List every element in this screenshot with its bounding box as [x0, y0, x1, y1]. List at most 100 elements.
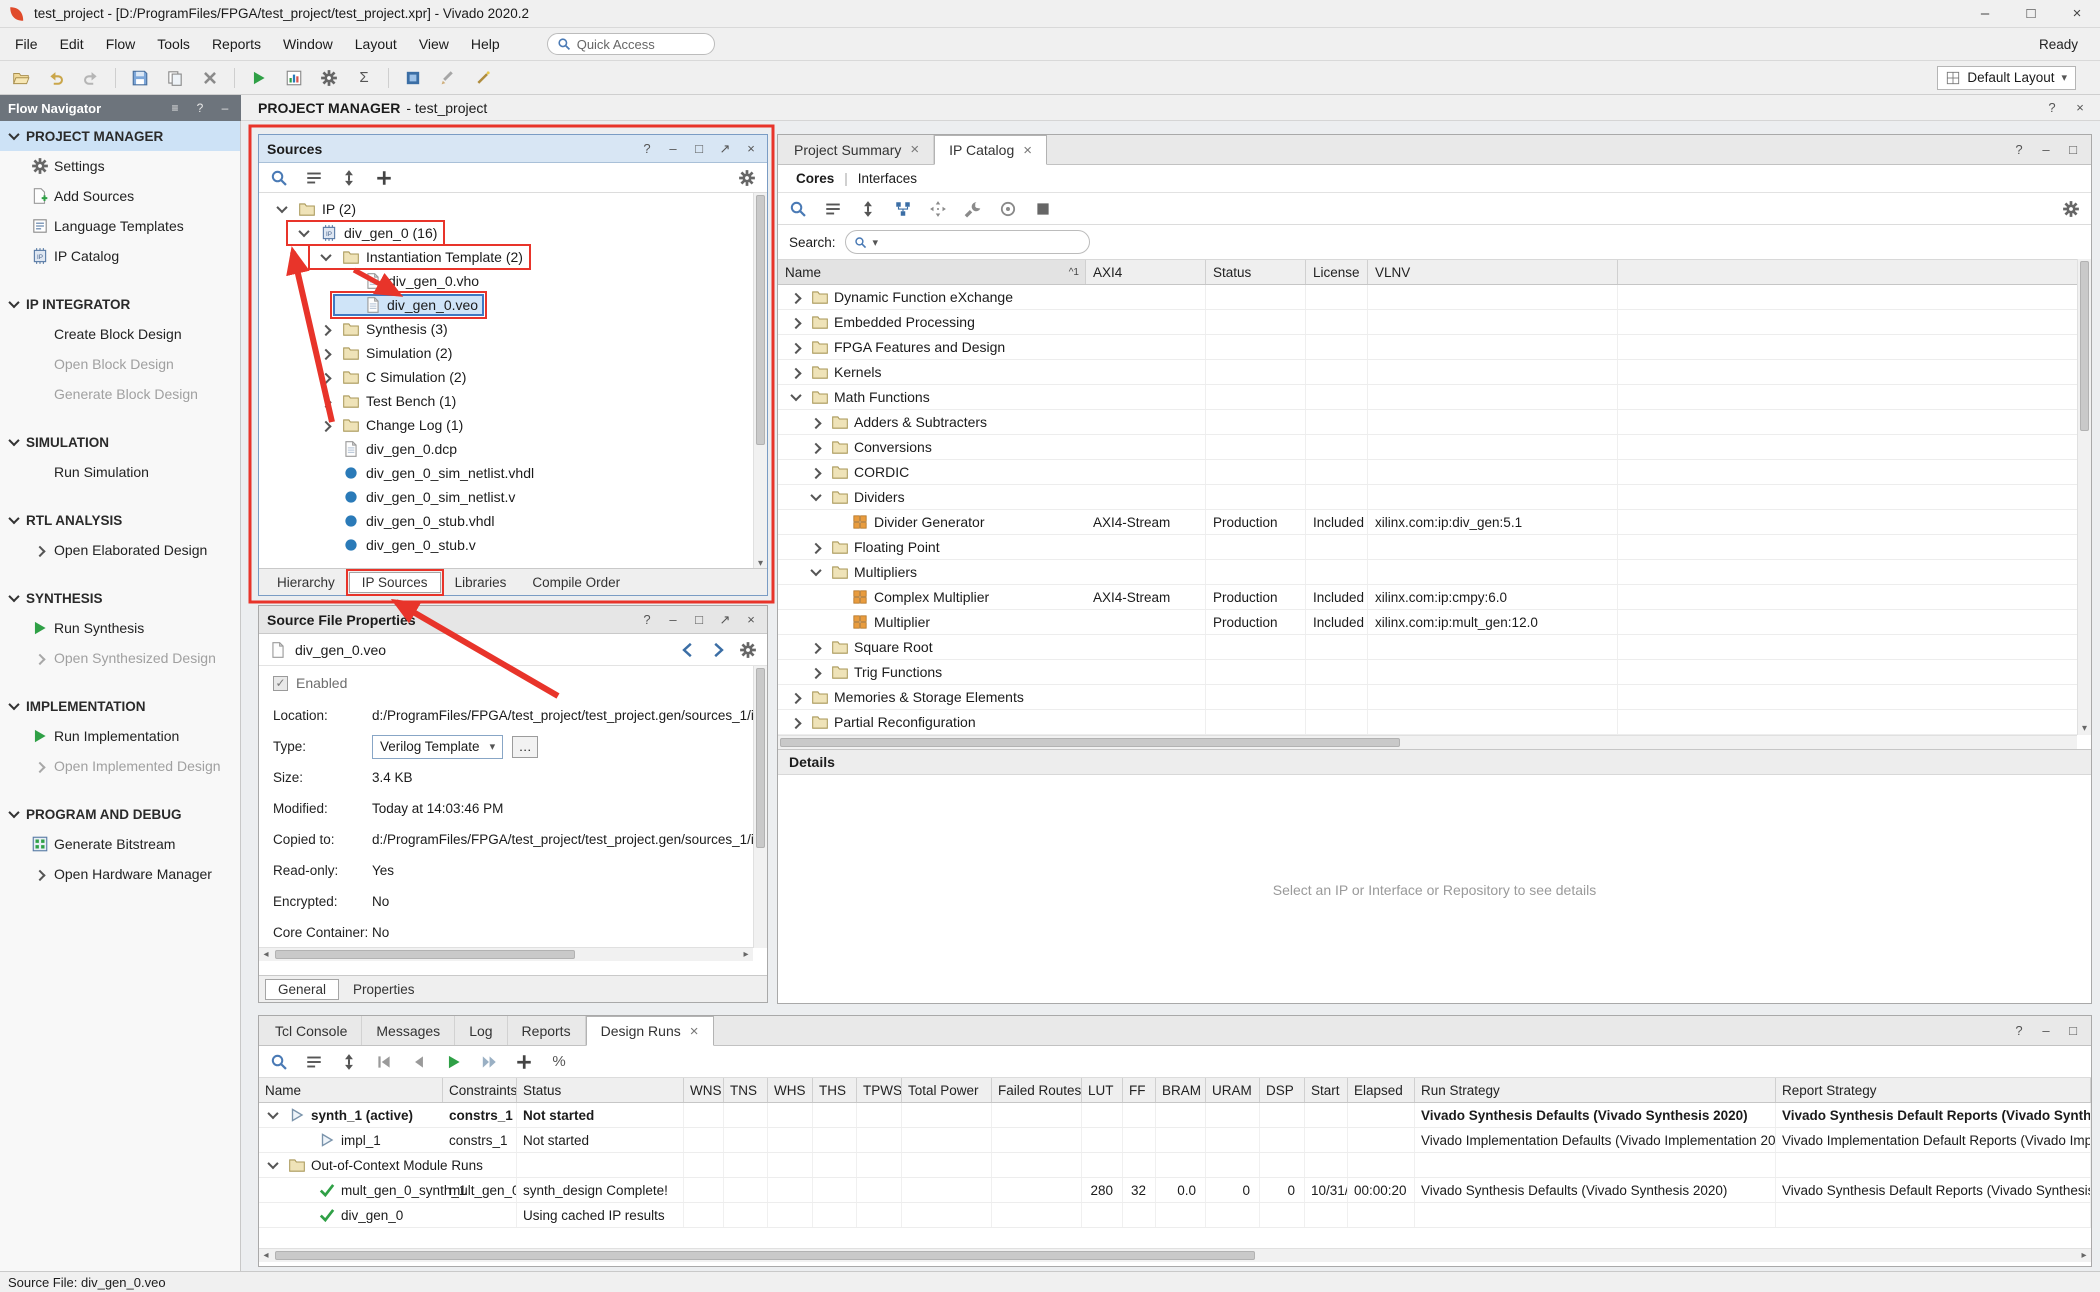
help-icon[interactable]: ? — [192, 101, 208, 115]
sources-vertical-scrollbar[interactable]: ▾ — [753, 193, 767, 570]
column-header-lut[interactable]: LUT — [1082, 1078, 1123, 1102]
redo-button[interactable] — [80, 67, 102, 89]
close-icon[interactable]: × — [910, 141, 919, 158]
search-button[interactable] — [268, 167, 290, 189]
chevron-down-icon[interactable] — [810, 565, 821, 576]
column-header-status[interactable]: Status — [517, 1078, 684, 1102]
settings-gear-button[interactable] — [736, 167, 758, 189]
maximize-icon[interactable]: □ — [2065, 1023, 2081, 1038]
flownav-section-synthesis[interactable]: SYNTHESIS — [0, 583, 240, 613]
flownav-section-program-and-debug[interactable]: PROGRAM AND DEBUG — [0, 799, 240, 829]
quick-access-search[interactable]: Quick Access — [547, 33, 715, 55]
flownav-item-open-synthesized-design[interactable]: Open Synthesized Design — [0, 643, 240, 673]
catalog-row-multiplier[interactable]: MultiplierProductionIncludedxilinx.com:i… — [778, 610, 2091, 635]
layout-selector[interactable]: Default Layout ▾ — [1937, 66, 2076, 90]
chevron-right-icon[interactable] — [810, 468, 821, 479]
collapse-button[interactable] — [303, 167, 325, 189]
chevron-down-icon[interactable] — [8, 513, 19, 524]
sources-tree-item-instantiation-template-2[interactable]: Instantiation Template (2) — [259, 245, 767, 269]
plus-button[interactable] — [513, 1051, 535, 1073]
expand-button[interactable] — [338, 167, 360, 189]
flownav-item-ip-catalog[interactable]: IPIP Catalog — [0, 241, 240, 271]
flownav-item-open-implemented-design[interactable]: Open Implemented Design — [0, 751, 240, 781]
menu-help[interactable]: Help — [460, 28, 511, 60]
flownav-item-open-elaborated-design[interactable]: Open Elaborated Design — [0, 535, 240, 565]
tab-tcl-console[interactable]: Tcl Console — [261, 1016, 362, 1045]
chevron-down-icon[interactable] — [320, 250, 331, 261]
scroll-right-button[interactable]: ▸ — [2077, 1249, 2091, 1262]
move-button[interactable] — [927, 198, 949, 220]
flownav-item-open-hardware-manager[interactable]: Open Hardware Manager — [0, 859, 240, 889]
chevron-right-icon[interactable] — [790, 318, 801, 329]
column-header-ff[interactable]: FF — [1123, 1078, 1156, 1102]
list-icon[interactable]: ≡ — [167, 101, 183, 115]
maximize-icon[interactable]: □ — [691, 612, 707, 628]
help-icon[interactable]: ? — [639, 612, 655, 628]
close-icon[interactable]: × — [743, 141, 759, 157]
minimize-icon[interactable]: – — [217, 101, 233, 115]
tab-log[interactable]: Log — [455, 1016, 507, 1045]
run-button[interactable] — [248, 67, 270, 89]
close-icon[interactable]: × — [1023, 142, 1032, 159]
sources-tree-item-ip-2[interactable]: IP (2) — [259, 197, 767, 221]
run-row-impl-1[interactable]: impl_1constrs_1Not startedVivado Impleme… — [259, 1128, 2091, 1153]
menu-file[interactable]: File — [4, 28, 49, 60]
chevron-down-icon[interactable] — [267, 1158, 278, 1169]
chevron-right-icon[interactable] — [320, 349, 331, 360]
column-header-bram[interactable]: BRAM — [1156, 1078, 1206, 1102]
chevron-down-icon[interactable] — [8, 129, 19, 140]
chevron-right-icon[interactable] — [810, 643, 821, 654]
catalog-row-divider-generator[interactable]: Divider GeneratorAXI4-StreamProductionIn… — [778, 510, 2091, 535]
catalog-row-memories-storage-elements[interactable]: Memories & Storage Elements — [778, 685, 2091, 710]
chevron-right-icon[interactable] — [34, 546, 45, 557]
catalog-row-partial-reconfiguration[interactable]: Partial Reconfiguration — [778, 710, 2091, 735]
tab-design-runs[interactable]: Design Runs× — [586, 1016, 714, 1046]
chevron-down-icon[interactable] — [8, 807, 19, 818]
menu-layout[interactable]: Layout — [344, 28, 408, 60]
chevron-right-icon[interactable] — [810, 668, 821, 679]
sources-tree-item-div-gen-0-dcp[interactable]: div_gen_0.dcp — [259, 437, 767, 461]
column-header-uram[interactable]: URAM — [1206, 1078, 1260, 1102]
chevron-right-icon[interactable] — [810, 443, 821, 454]
column-header-ths[interactable]: THS — [813, 1078, 857, 1102]
help-icon[interactable]: ? — [639, 141, 655, 157]
sources-tree-item-div-gen-0-vho[interactable]: div_gen_0.vho — [259, 269, 767, 293]
column-header-status[interactable]: Status — [1206, 260, 1306, 284]
column-header-axi4[interactable]: AXI4 — [1086, 260, 1206, 284]
scrollbar-thumb[interactable] — [756, 195, 765, 445]
column-header-vlnv[interactable]: VLNV — [1368, 260, 1618, 284]
scrollbar-thumb[interactable] — [756, 668, 765, 848]
column-header-name[interactable]: Name — [259, 1078, 443, 1102]
browse-button[interactable]: … — [512, 736, 538, 758]
chevron-down-icon[interactable] — [8, 297, 19, 308]
subtab-cores[interactable]: Cores — [796, 171, 834, 186]
chevron-right-icon[interactable] — [790, 693, 801, 704]
chevron-down-icon[interactable] — [790, 390, 801, 401]
settings-button[interactable] — [318, 67, 340, 89]
collapse-button[interactable] — [822, 198, 844, 220]
menu-flow[interactable]: Flow — [95, 28, 147, 60]
chevron-right-icon[interactable] — [790, 718, 801, 729]
save-button[interactable] — [129, 67, 151, 89]
tree-button[interactable] — [892, 198, 914, 220]
column-header-name[interactable]: Name^1 — [778, 260, 1086, 284]
tab-properties[interactable]: Properties — [341, 979, 427, 1000]
flownav-section-implementation[interactable]: IMPLEMENTATION — [0, 691, 240, 721]
forward-icon[interactable] — [709, 641, 727, 659]
tab-general[interactable]: General — [265, 979, 339, 1000]
float-icon[interactable]: ↗ — [717, 612, 733, 628]
chevron-down-icon[interactable] — [298, 226, 309, 237]
chevron-down-icon[interactable] — [8, 591, 19, 602]
chevron-right-icon[interactable] — [34, 654, 45, 665]
column-header-run-strategy[interactable]: Run Strategy — [1415, 1078, 1776, 1102]
chevron-right-icon[interactable] — [790, 368, 801, 379]
maximize-icon[interactable]: □ — [2065, 142, 2081, 157]
catalog-row-kernels[interactable]: Kernels — [778, 360, 2091, 385]
chevron-right-icon[interactable] — [320, 397, 331, 408]
column-header-tns[interactable]: TNS — [724, 1078, 768, 1102]
column-header-total-power[interactable]: Total Power — [902, 1078, 992, 1102]
tab-ip-catalog[interactable]: IP Catalog× — [934, 135, 1047, 165]
expand-button[interactable] — [857, 198, 879, 220]
sources-tree-item-simulation-2[interactable]: Simulation (2) — [259, 341, 767, 365]
sources-tree-item-div-gen-0-stub-vhdl[interactable]: div_gen_0_stub.vhdl — [259, 509, 767, 533]
